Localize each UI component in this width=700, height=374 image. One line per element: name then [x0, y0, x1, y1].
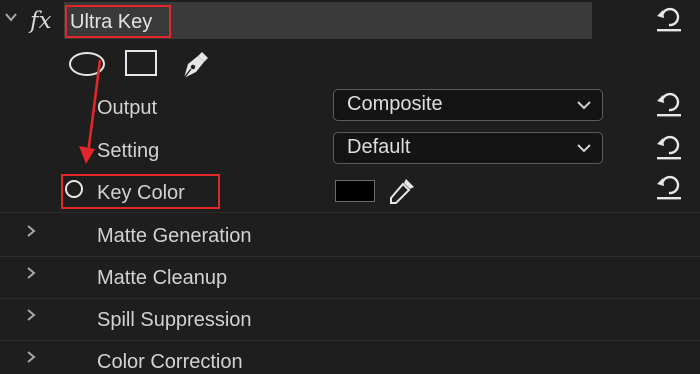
expand-chevron-icon[interactable]	[25, 223, 37, 244]
row-divider	[0, 340, 700, 341]
chevron-down-icon	[576, 98, 592, 117]
setting-dropdown[interactable]: Default	[333, 132, 603, 164]
setting-label: Setting	[97, 140, 160, 162]
eyedropper-icon[interactable]	[386, 175, 418, 212]
expand-chevron-icon[interactable]	[25, 307, 37, 328]
group-matte-generation[interactable]: Matte Generation	[97, 224, 252, 248]
setting-value: Default	[347, 136, 411, 158]
group-matte-cleanup[interactable]: Matte Cleanup	[97, 266, 227, 290]
row-divider	[0, 212, 700, 213]
expand-chevron-icon[interactable]	[25, 265, 37, 286]
chevron-down-icon	[576, 141, 592, 160]
rectangle-mask-icon[interactable]	[124, 49, 158, 82]
output-value: Composite	[347, 93, 443, 115]
reset-icon[interactable]	[654, 133, 684, 161]
row-divider	[0, 298, 700, 299]
group-color-correction[interactable]: Color Correction	[97, 350, 243, 374]
key-color-swatch[interactable]	[335, 180, 375, 202]
annotation-box-title	[65, 5, 171, 38]
collapse-chevron-icon[interactable]	[4, 8, 18, 29]
output-dropdown[interactable]: Composite	[333, 89, 603, 121]
fx-toggle-icon[interactable]: fx	[30, 8, 51, 34]
reset-icon[interactable]	[654, 5, 684, 33]
expand-chevron-icon[interactable]	[25, 349, 37, 370]
annotation-box-key-color	[61, 174, 220, 209]
reset-icon[interactable]	[654, 90, 684, 118]
output-label: Output	[97, 97, 158, 119]
row-divider	[0, 256, 700, 257]
group-spill-suppression[interactable]: Spill Suppression	[97, 308, 252, 332]
pen-mask-icon[interactable]	[178, 48, 212, 87]
reset-icon[interactable]	[654, 173, 684, 201]
